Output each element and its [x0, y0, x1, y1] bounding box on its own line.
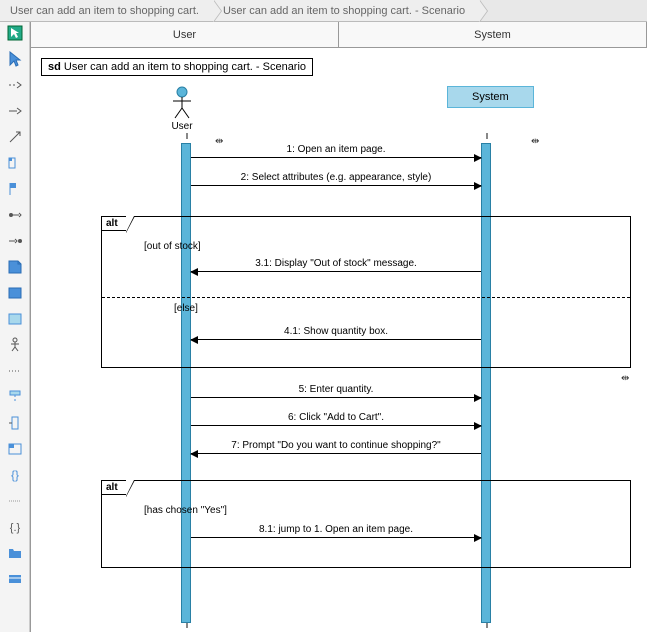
message-3-1[interactable]: 3.1: Display "Out of stock" message. — [191, 258, 481, 272]
actor-system[interactable]: System — [447, 86, 534, 108]
link-solid-icon[interactable] — [6, 102, 24, 120]
lane-system[interactable]: System — [339, 22, 647, 47]
lane-user[interactable]: User — [31, 22, 339, 47]
link-dashed-icon[interactable] — [6, 76, 24, 94]
alt-label-2: alt — [101, 480, 126, 495]
link-diag-icon[interactable] — [6, 128, 24, 146]
alt-frame-1[interactable]: alt [out of stock] [else] — [101, 216, 631, 368]
braces-icon[interactable]: {.} — [6, 518, 24, 536]
diagram-title: sd User can add an item to shopping cart… — [41, 58, 313, 76]
lifeline-icon[interactable] — [6, 388, 24, 406]
note2-icon[interactable] — [6, 284, 24, 302]
message-2[interactable]: 2: Select attributes (e.g. appearance, s… — [191, 172, 481, 186]
alt-label-1: alt — [101, 216, 126, 231]
message-7[interactable]: 7: Prompt "Do you want to continue shopp… — [191, 440, 481, 454]
alt-guard-outofstock: [out of stock] — [144, 241, 201, 252]
message-5[interactable]: 5: Enter quantity. — [191, 384, 481, 398]
resize-handle-icon[interactable]: ⇹ — [621, 373, 629, 384]
dotted-icon[interactable] — [6, 362, 24, 380]
gate-icon[interactable] — [6, 414, 24, 432]
tool-palette: {} {.} — [0, 22, 30, 632]
note-icon[interactable] — [6, 258, 24, 276]
lost-msg-icon[interactable] — [6, 232, 24, 250]
alt-guard-yes: [has chosen "Yes"] — [144, 505, 227, 516]
fragment-icon[interactable] — [6, 440, 24, 458]
rect-brace-icon[interactable] — [6, 154, 24, 172]
card-icon[interactable] — [6, 570, 24, 588]
constraint-icon[interactable]: {} — [6, 466, 24, 484]
breadcrumb-item-1[interactable]: User can add an item to shopping cart. — [0, 0, 213, 21]
message-4-1[interactable]: 4.1: Show quantity box. — [191, 326, 481, 340]
actor-user[interactable]: User — [167, 86, 197, 132]
separator-icon[interactable] — [6, 492, 24, 510]
diagram-canvas[interactable]: User System sd User can add an item to s… — [30, 22, 647, 632]
message-6[interactable]: 6: Click "Add to Cart". — [191, 412, 481, 426]
panel-icon[interactable] — [6, 310, 24, 328]
alt-separator — [102, 297, 630, 298]
found-msg-icon[interactable] — [6, 206, 24, 224]
svg-text:{}: {} — [10, 468, 18, 482]
flag-icon[interactable] — [6, 180, 24, 198]
message-1[interactable]: 1: Open an item page. — [191, 144, 481, 158]
pointer-icon[interactable] — [6, 50, 24, 68]
actor-system-label: System — [447, 86, 534, 108]
message-8-1[interactable]: 8.1: jump to 1. Open an item page. — [191, 524, 481, 538]
folder-icon[interactable] — [6, 544, 24, 562]
actor-icon[interactable] — [6, 336, 24, 354]
stickman-icon — [167, 86, 197, 120]
cursor-tool-icon[interactable] — [6, 24, 24, 42]
breadcrumb-item-2[interactable]: User can add an item to shopping cart. -… — [213, 0, 479, 21]
svg-text:{.}: {.} — [9, 522, 20, 534]
breadcrumb: User can add an item to shopping cart. U… — [0, 0, 647, 22]
actor-user-label: User — [167, 121, 197, 132]
alt-guard-else: [else] — [174, 303, 198, 314]
resize-handle-icon[interactable]: ⇹ — [531, 136, 539, 147]
